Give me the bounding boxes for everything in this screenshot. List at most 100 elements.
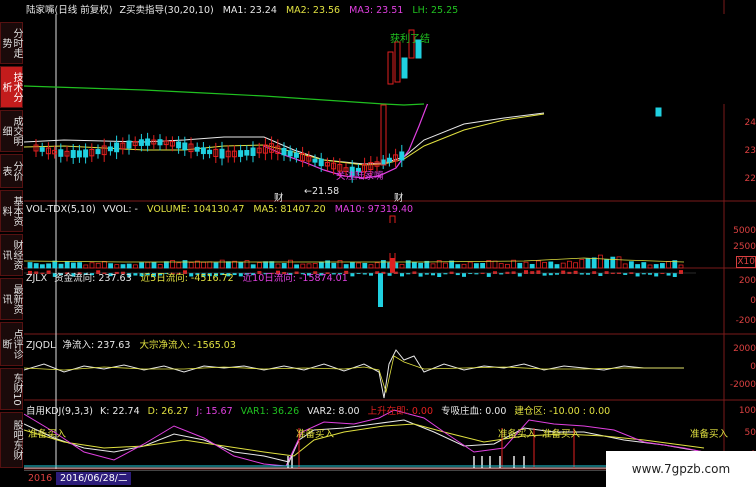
volume-bar (629, 261, 634, 269)
finance-mark-2: 财 (394, 193, 404, 204)
volume-bar (641, 262, 647, 269)
volume-bar (362, 262, 368, 269)
candle-body (394, 41, 401, 83)
tab-label: 成交明细 (0, 116, 22, 146)
tab-label: 点评诊断 (0, 329, 22, 359)
fund-flow-bar (555, 273, 559, 275)
volume-bar (616, 256, 622, 269)
kdj-j: J: 15.67 (196, 406, 233, 417)
volume-bar (89, 262, 95, 269)
volume-bar (300, 263, 306, 269)
stock-title[interactable]: 陆家嘴(日线 前复权) (26, 5, 112, 16)
tab-label: 技术分析 (0, 72, 22, 102)
buy-signal-label: 准备买入 (296, 429, 335, 440)
volume-bar (461, 263, 467, 269)
vol-ma10-value: MA10: 97319.40 (334, 204, 414, 215)
volume-bar (95, 262, 101, 269)
tab-eastmoney[interactable]: 东财10 (0, 368, 23, 410)
axis-tick: 23 (744, 146, 756, 156)
lh-value: LH: 25.25 (412, 5, 459, 16)
net-inflow-line (24, 349, 684, 399)
kdj-absorb: 专吸庄血: 0.00 (441, 406, 507, 417)
candle-body (401, 57, 408, 79)
fund-flow-bar (400, 273, 404, 277)
axis-tick: 2000 (733, 344, 756, 354)
vvol-value: VVOL: - (102, 204, 138, 215)
axis-tick: 22 (744, 174, 756, 184)
tab-intraday[interactable]: 分时走势 (0, 22, 23, 64)
candle-body (380, 159, 386, 165)
fund-flow-bar (679, 270, 683, 274)
fund-flow-bar (586, 273, 590, 275)
volume-bar (120, 264, 126, 269)
volume-bar (114, 264, 120, 269)
volume-bar (411, 261, 417, 269)
volume-bar (263, 261, 269, 269)
axis-tick: -2000 (729, 380, 756, 390)
ma-green-line (24, 85, 425, 106)
axis-tick: 2500 (733, 242, 756, 252)
volume-bar (256, 262, 262, 269)
tab-label: 股吧东财 (11, 420, 22, 460)
ma2-value: MA2: 23.56 (285, 5, 341, 16)
zjqdl-net: 净流入: 237.63 (62, 340, 131, 351)
volume-bar (219, 259, 225, 269)
volume-bar (163, 261, 169, 269)
volume-bar (294, 264, 300, 269)
stock-chart-app: 分时走势 技术分析 成交明细 分价表 基本资料 财经资讯 最新资讯 点评诊断 东… (0, 0, 756, 487)
fund-flow-bar (672, 273, 677, 277)
year-label: 2016 (28, 473, 53, 484)
buy-signal-label: 准备买入 (28, 429, 67, 440)
kdj-var1: VAR1: 36.26 (240, 406, 300, 417)
candle-body (126, 140, 132, 149)
fund-flow-bar (573, 270, 578, 274)
tab-label: 基本资料 (0, 196, 22, 226)
candle-body (244, 149, 250, 156)
axis-tick: 0 (750, 296, 756, 306)
candle-body (250, 147, 256, 156)
fund-flow-bar (517, 273, 522, 277)
zjqdl-big: 大宗净流入: -1565.03 (139, 340, 236, 351)
volume-bar (554, 264, 560, 269)
volume-bar (108, 263, 113, 269)
axis-tick: -200 (735, 316, 756, 326)
buy-signal-label: 准备买入 (542, 429, 581, 440)
volume-bar (536, 260, 541, 269)
date-axis-bar[interactable]: 2016 2016/06/28/二 (24, 470, 624, 487)
fund-flow-bar (462, 273, 466, 277)
tab-finance-news[interactable]: 财经资讯 (0, 234, 23, 276)
zjlx-flow5: 近5日流向: -4516.72 (140, 273, 234, 284)
volume-bar (635, 264, 640, 269)
zjlx-name[interactable]: ZJLX (26, 273, 47, 284)
candle-body (293, 152, 299, 158)
volume-bar (318, 261, 324, 269)
kdj-name[interactable]: 自用KDJ(9,3,3) (26, 406, 93, 417)
tab-profile[interactable]: 基本资料 (0, 190, 23, 232)
volume-bar (176, 262, 182, 269)
fund-flow-header: ZJLX 资金流向: 237.63 近5日流向: -4516.72 近10日流向… (26, 270, 348, 284)
tab-technical[interactable]: 技术分析 (0, 66, 23, 108)
candle-body (387, 51, 394, 85)
volume-bar (58, 263, 64, 269)
volume-bar (542, 261, 547, 269)
volume-bar (548, 261, 554, 269)
tab-forum[interactable]: 股吧东财 (0, 412, 23, 468)
volume-bar (145, 261, 151, 269)
chart-area[interactable]: 陆家嘴(日线 前复权) Z买卖指导(30,20,10) MA1: 23.24 M… (24, 0, 756, 487)
candle-body (76, 150, 82, 158)
zjlx-flow10: 近10日流向: -15874.01 (242, 273, 348, 284)
candle-body (655, 107, 662, 117)
kdj-header: 自用KDJ(9,3,3) K: 22.74 D: 26.27 J: 15.67 … (26, 403, 610, 417)
tab-trades[interactable]: 成交明细 (0, 110, 23, 152)
fund-flow-bar (369, 273, 373, 276)
vol-indicator-name[interactable]: VOL-TDX(5,10) (26, 204, 96, 215)
indicator-name[interactable]: Z买卖指导(30,20,10) (119, 5, 213, 16)
fund-flow-bar (561, 270, 566, 274)
fund-flow-bar (654, 273, 659, 277)
volume-bar (349, 262, 355, 269)
zjqdl-name[interactable]: ZJQDL (26, 340, 55, 351)
tab-review[interactable]: 点评诊断 (0, 322, 23, 366)
tab-price-table[interactable]: 分价表 (0, 154, 23, 188)
tab-latest-news[interactable]: 最新资讯 (0, 278, 23, 320)
candle-body (318, 158, 324, 167)
